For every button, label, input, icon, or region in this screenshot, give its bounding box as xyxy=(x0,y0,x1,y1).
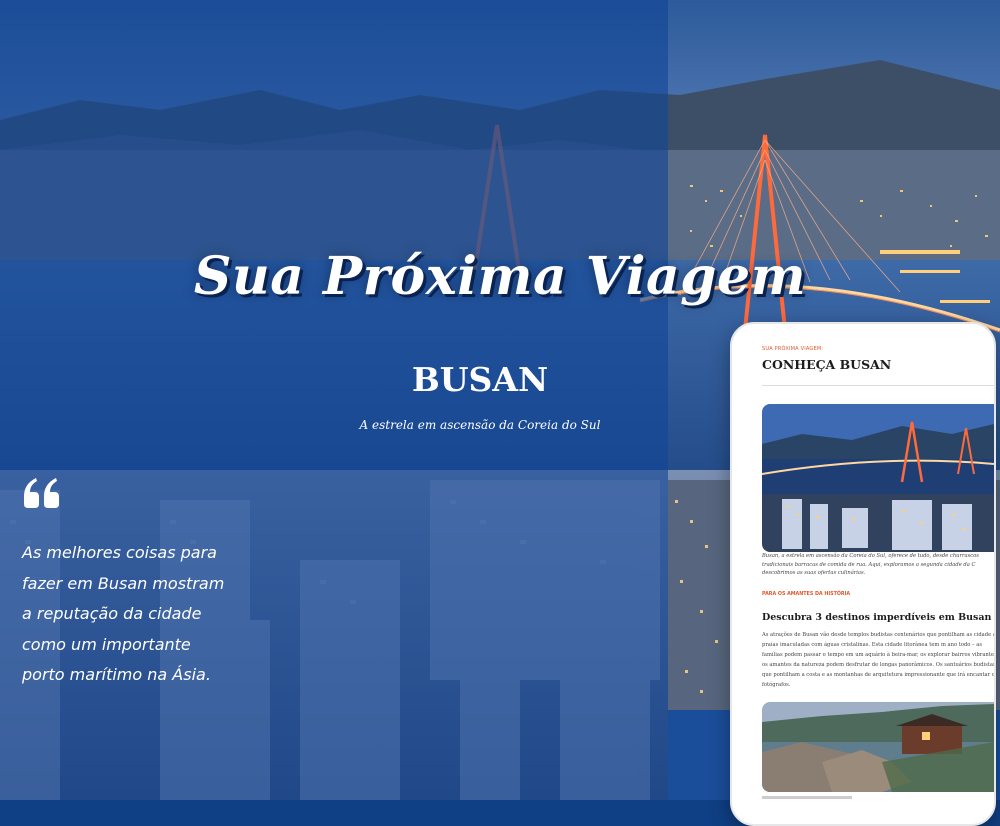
busan-bridge-photo xyxy=(762,404,994,552)
phone-screen[interactable]: SUA PRÓXIMA VIAGEM: CONHEÇA BUSAN Busan,… xyxy=(732,324,994,824)
temple-photo xyxy=(762,702,994,792)
photo-caption: Busan, a estrela em ascensão da Coreia d… xyxy=(762,553,979,576)
next-caption-line xyxy=(762,796,852,799)
phone-mockup: SUA PRÓXIMA VIAGEM: CONHEÇA BUSAN Busan,… xyxy=(730,322,996,826)
quote-open-icon xyxy=(24,478,59,508)
hero-tagline: A estrela em ascensão da Coreia do Sul xyxy=(359,418,601,432)
section-body: As atrações de Busan vão desde templos b… xyxy=(762,632,994,688)
city-name: BUSAN xyxy=(411,360,549,399)
section-title: Descubra 3 destinos imperdíveis em Busan xyxy=(762,612,992,623)
quote-text: As melhores coisas para fazer em Busan m… xyxy=(22,543,225,684)
hero-headline: Sua Próxima Viagem xyxy=(193,246,807,307)
bridge-photo-illustration xyxy=(762,404,994,552)
title-divider xyxy=(762,385,994,386)
temple-photo-illustration xyxy=(762,702,994,792)
article-kicker: SUA PRÓXIMA VIAGEM: xyxy=(762,346,824,352)
article-title: CONHEÇA BUSAN xyxy=(762,357,892,372)
section-label: PARA OS AMANTES DA HISTÓRIA xyxy=(762,592,851,597)
